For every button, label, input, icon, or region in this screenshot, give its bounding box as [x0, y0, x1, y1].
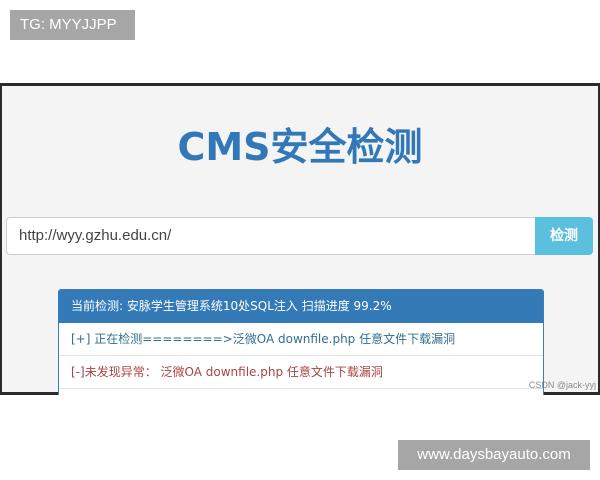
result-row-checking: [+] 正在检测========>泛微OA downfile.php 任意文件下… — [59, 323, 543, 356]
scan-progress-heading: 当前检测: 安脉学生管理系统10处SQL注入 扫描进度 99.2% — [59, 290, 543, 323]
scan-results-panel: 当前检测: 安脉学生管理系统10处SQL注入 扫描进度 99.2% [+] 正在… — [58, 289, 544, 395]
csdn-watermark: CSDN @jack-yyj — [528, 380, 596, 390]
detect-button[interactable]: 检测 — [535, 217, 593, 255]
url-input[interactable]: http://wyy.gzhu.edu.cn/ — [6, 217, 538, 255]
page: TG: MYYJJPP CMS安全检测 http://wyy.gzhu.edu.… — [0, 0, 600, 480]
screenshot-frame: CMS安全检测 http://wyy.gzhu.edu.cn/ 检测 当前检测:… — [0, 83, 600, 395]
top-watermark-tag: TG: MYYJJPP — [10, 10, 135, 40]
cms-scanner-app: CMS安全检测 http://wyy.gzhu.edu.cn/ 检测 当前检测:… — [2, 86, 598, 395]
page-title: CMS安全检测 — [177, 125, 423, 169]
result-row-clear: [-]未发现异常： 泛微OA downfile.php 任意文件下载漏洞 — [59, 356, 543, 389]
bottom-watermark-tag: www.daysbayauto.com — [398, 440, 590, 470]
